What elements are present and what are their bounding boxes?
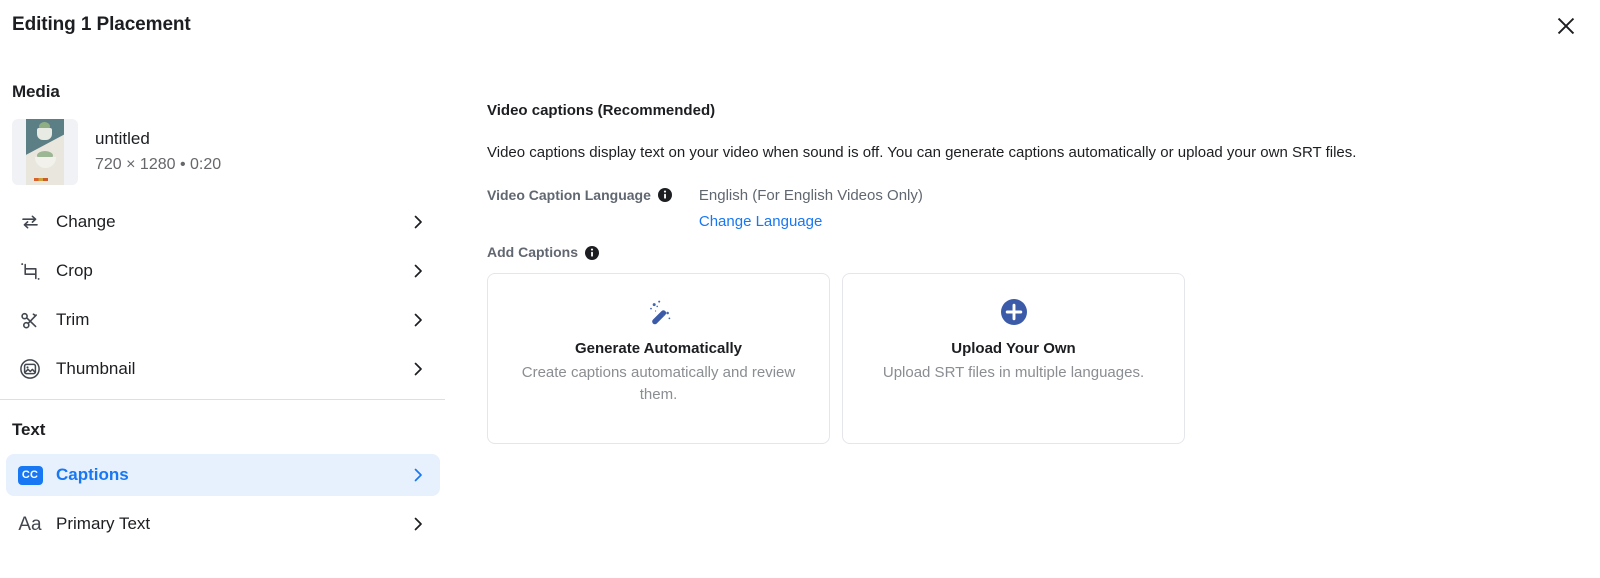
media-asset-item[interactable]: untitled 720 × 1280 • 0:20 [0, 119, 446, 185]
upload-your-own-card[interactable]: Upload Your Own Upload SRT files in mult… [842, 273, 1185, 444]
media-menu-list: Change Crop Trim Thumbnail [0, 201, 446, 390]
caption-option-cards: Generate Automatically Create captions a… [487, 273, 1185, 444]
scissors-icon [16, 306, 44, 334]
chevron-right-icon [410, 263, 426, 279]
section-heading: Video captions (Recommended) [487, 102, 716, 119]
card-subtitle: Upload SRT files in multiple languages. [882, 364, 1145, 381]
info-icon[interactable] [585, 245, 599, 260]
swap-arrows-icon [16, 208, 44, 236]
section-description: Video captions display text on your vide… [487, 144, 1357, 161]
chevron-right-icon [410, 312, 426, 328]
video-caption-language-value: English (For English Videos Only) [698, 187, 923, 204]
sidebar-item-label: Primary Text [56, 514, 151, 533]
sidebar-item-change[interactable]: Change [6, 201, 440, 243]
sidebar-item-captions[interactable]: CC Captions [6, 454, 440, 496]
sidebar-item-crop[interactable]: Crop [6, 250, 440, 292]
chevron-right-icon [410, 361, 426, 377]
chevron-right-icon [410, 467, 426, 483]
sidebar-item-label: Captions [56, 465, 129, 484]
generate-automatically-card[interactable]: Generate Automatically Create captions a… [487, 273, 830, 444]
media-file-name: untitled [95, 129, 150, 148]
media-section-title: Media [12, 82, 60, 101]
sidebar-item-thumbnail[interactable]: Thumbnail [6, 348, 440, 390]
chevron-right-icon [410, 214, 426, 230]
plus-circle-icon [1000, 297, 1028, 327]
magic-wand-icon [644, 297, 674, 327]
text-menu-list: CC Captions Aa Primary Text [0, 454, 446, 545]
add-captions-row: Add Captions [487, 244, 599, 260]
video-caption-language-label: Video Caption Language [487, 187, 651, 203]
video-caption-language-values: English (For English Videos Only) Change… [699, 186, 923, 231]
crop-icon [16, 257, 44, 285]
photo-circle-icon [16, 355, 44, 383]
page-title: Editing 1 Placement [12, 14, 191, 35]
add-captions-label: Add Captions [487, 244, 578, 260]
media-thumbnail [12, 119, 78, 185]
card-title: Upload Your Own [951, 340, 1076, 357]
chevron-right-icon [410, 516, 426, 532]
sidebar-item-label: Thumbnail [56, 359, 136, 378]
media-meta: untitled 720 × 1280 • 0:20 [95, 128, 221, 176]
thumbnail-pot [37, 128, 52, 140]
aa-glyph-label: Aa [18, 513, 42, 535]
thumbnail-image [26, 119, 64, 185]
aa-icon: Aa [16, 510, 44, 538]
sidebar-item-label: Crop [56, 261, 93, 280]
main-panel: Video captions (Recommended) Video capti… [487, 0, 1600, 578]
media-dimensions: 720 × 1280 • 0:20 [95, 156, 222, 173]
cc-badge-label: CC [17, 465, 43, 485]
sidebar-item-primary-text[interactable]: Aa Primary Text [6, 503, 440, 545]
text-section-title: Text [12, 420, 46, 439]
change-language-link[interactable]: Change Language [699, 212, 923, 231]
sidebar-item-trim[interactable]: Trim [6, 299, 440, 341]
sidebar-item-label: Change [56, 212, 116, 231]
card-title: Generate Automatically [575, 340, 742, 357]
sidebar: Media untitled 720 × 1280 • 0:20 Change … [0, 60, 446, 578]
card-subtitle: Create captions automatically and review… [521, 364, 796, 403]
info-icon[interactable] [657, 188, 672, 202]
video-caption-language-row: Video Caption Language English (For Engl… [487, 186, 923, 231]
cc-icon: CC [16, 461, 44, 489]
sidebar-item-label: Trim [56, 310, 90, 329]
thumbnail-color-dots [34, 178, 48, 181]
